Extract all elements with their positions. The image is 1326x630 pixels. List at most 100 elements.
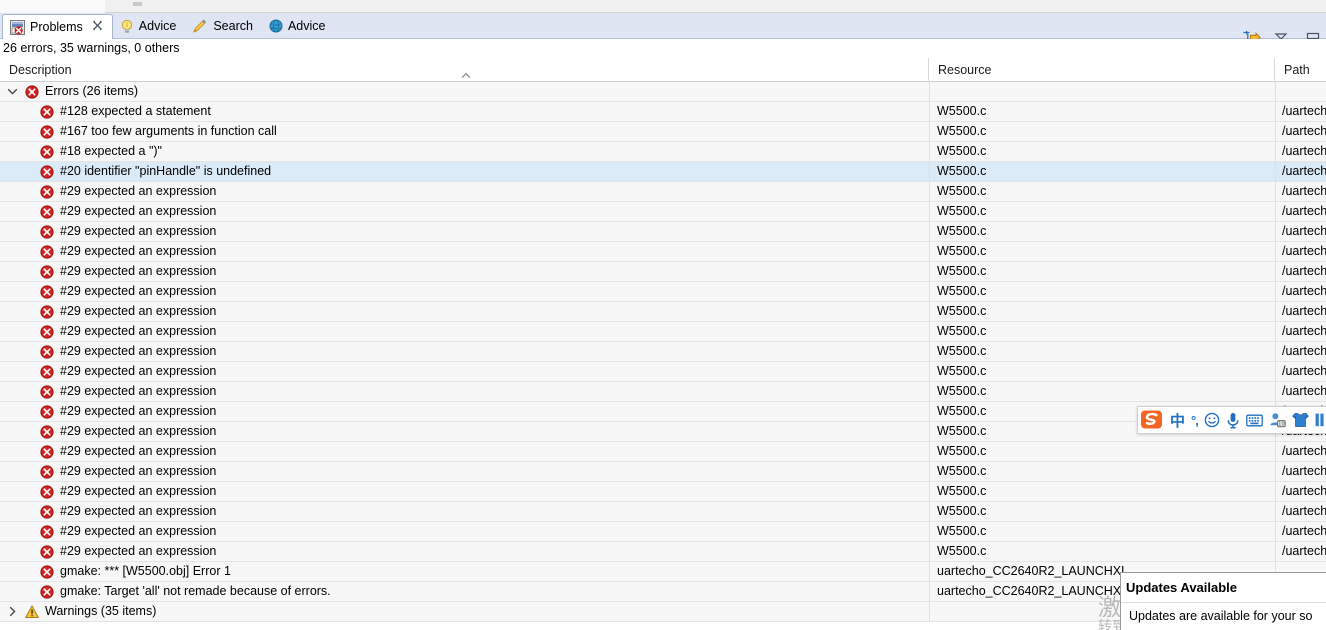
table-row[interactable]: #29 expected an expressionW5500.c/uartec… xyxy=(0,322,1326,342)
error-icon xyxy=(40,564,54,579)
table-row[interactable]: #29 expected an expressionW5500.c/uartec… xyxy=(0,522,1326,542)
table-row[interactable]: #29 expected an expressionW5500.c/uartec… xyxy=(0,362,1326,382)
table-row[interactable]: #29 expected an expressionW5500.c/uartec… xyxy=(0,182,1326,202)
voice-input-icon[interactable] xyxy=(1226,412,1240,429)
table-row[interactable]: #167 too few arguments in function call W… xyxy=(0,122,1326,142)
table-row[interactable]: #29 expected an expressionW5500.c/uartec… xyxy=(0,282,1326,302)
column-header-path-label: Path xyxy=(1284,63,1310,77)
tab-problems[interactable]: Problems xyxy=(2,14,113,39)
error-icon xyxy=(40,364,54,379)
column-header-resource[interactable]: Resource xyxy=(929,58,1275,82)
table-row[interactable]: #29 expected an expressionW5500.c/uartec… xyxy=(0,482,1326,502)
error-icon xyxy=(40,124,54,139)
chevron-right-icon[interactable] xyxy=(6,602,19,621)
row-description-text: gmake: *** [W5500.obj] Error 1 xyxy=(60,564,231,578)
tab-close-icon[interactable] xyxy=(92,20,103,34)
table-row[interactable]: #29 expected an expression W5500.c/uartec… xyxy=(0,542,1326,562)
cell-description: gmake: Target 'all' not remade because o… xyxy=(0,582,929,601)
cell-description: #29 expected an expression xyxy=(0,242,929,261)
cell-description: #29 expected an expression xyxy=(0,502,929,521)
tab-advice-globe-label: Advice xyxy=(287,19,326,33)
error-icon xyxy=(40,484,54,499)
updates-popup-body: Updates are available for your so xyxy=(1129,609,1313,623)
cell-description: #29 expected an expression xyxy=(0,422,929,441)
cell-description: #29 expected an expression xyxy=(0,202,929,221)
table-row[interactable]: #128 expected a statement W5500.c/uartech xyxy=(0,102,1326,122)
cell-resource: W5500.c xyxy=(929,142,1275,161)
table-row[interactable]: #29 expected an expressionW5500.c/uartec… xyxy=(0,442,1326,462)
column-header-description[interactable]: Description xyxy=(0,58,929,82)
cell-resource: W5500.c xyxy=(929,382,1275,401)
tab-search[interactable]: Search xyxy=(185,13,262,39)
punctuation-mode-icon[interactable]: °, xyxy=(1191,413,1199,428)
tab-advice-globe[interactable]: Advice xyxy=(262,13,335,39)
emoji-icon[interactable] xyxy=(1204,412,1220,428)
tab-advice-bulb[interactable]: Advice xyxy=(113,13,186,39)
table-row[interactable]: #18 expected a ")" W5500.c/uartech xyxy=(0,142,1326,162)
error-icon xyxy=(40,244,54,259)
cell-path: /uartech xyxy=(1275,162,1326,181)
cell-resource: W5500.c xyxy=(929,162,1275,181)
updates-popup-title: Updates Available xyxy=(1126,580,1238,595)
table-row[interactable]: #29 expected an expressionW5500.c/uartec… xyxy=(0,222,1326,242)
table-row[interactable]: #29 expected an expressionW5500.c/uartec… xyxy=(0,202,1326,222)
cell-path: /uartech xyxy=(1275,342,1326,361)
row-description-text: #29 expected an expression xyxy=(60,524,217,538)
table-row[interactable]: #29 expected an expressionW5500.c/uartec… xyxy=(0,462,1326,482)
error-icon xyxy=(40,184,54,199)
table-row[interactable]: #29 expected an expressionW5500.c/uartec… xyxy=(0,382,1326,402)
error-icon xyxy=(40,264,54,279)
cell-path: /uartech xyxy=(1275,102,1326,121)
cell-description: #29 expected an expression xyxy=(0,462,929,481)
table-row[interactable]: #20 identifier "pinHandle" is undefined W… xyxy=(0,162,1326,182)
soft-keyboard-icon[interactable] xyxy=(1245,414,1263,427)
cell-description: #29 expected an expression xyxy=(0,382,929,401)
table-row[interactable]: #29 expected an expressionW5500.c/uartec… xyxy=(0,342,1326,362)
cell-description: #167 too few arguments in function call xyxy=(0,122,929,141)
updates-available-popup[interactable]: Updates Available Updates are available … xyxy=(1120,572,1326,630)
table-row[interactable]: #29 expected an expressionW5500.c/uartec… xyxy=(0,302,1326,322)
svg-text:10: 10 xyxy=(1278,421,1285,427)
column-header-path[interactable]: Path xyxy=(1275,58,1326,82)
row-description-text: gmake: Target 'all' not remade because o… xyxy=(60,584,331,598)
table-row[interactable]: #29 expected an expressionW5500.c/uartec… xyxy=(0,242,1326,262)
cell-resource: W5500.c xyxy=(929,262,1275,281)
table-row[interactable]: #29 expected an expressionW5500.c/uartec… xyxy=(0,402,1326,422)
ime-menu-icon[interactable] xyxy=(1315,412,1324,428)
cell-resource: W5500.c xyxy=(929,542,1275,561)
row-description-text: #29 expected an expression xyxy=(60,544,217,558)
cell-resource: W5500.c xyxy=(929,482,1275,501)
cell-description: gmake: *** [W5500.obj] Error 1 xyxy=(0,562,929,581)
error-icon xyxy=(40,324,54,339)
row-description-text: #29 expected an expression xyxy=(60,224,217,238)
error-icon xyxy=(40,204,54,219)
sort-ascending-icon xyxy=(461,63,471,79)
sogou-logo-icon[interactable] xyxy=(1140,409,1164,431)
editor-tab-ghost xyxy=(0,0,105,13)
problems-icon xyxy=(10,19,25,35)
cell-path: /uartech xyxy=(1275,502,1326,521)
skin-theme-icon[interactable] xyxy=(1292,412,1309,428)
chevron-down-icon[interactable] xyxy=(6,82,19,101)
cell-description: #29 expected an expression xyxy=(0,182,929,201)
cell-resource: W5500.c xyxy=(929,102,1275,121)
cell-resource: W5500.c xyxy=(929,202,1275,221)
cell-path xyxy=(1275,82,1326,101)
editor-tab-marker xyxy=(133,2,142,6)
table-group-row[interactable]: Errors (26 items) xyxy=(0,82,1326,102)
cell-resource: W5500.c xyxy=(929,182,1275,201)
cell-path: /uartech xyxy=(1275,122,1326,141)
problems-view: Problems Advice Search Advice 26 errors,… xyxy=(0,0,1326,630)
table-row[interactable]: #29 expected an expressionW5500.c/uartec… xyxy=(0,502,1326,522)
row-description-text: #20 identifier "pinHandle" is undefined xyxy=(60,164,272,178)
sogou-input-method-bar[interactable]: 中 °, 10 xyxy=(1137,406,1326,434)
cell-description: #29 expected an expression xyxy=(0,402,929,421)
cell-path: /uartech xyxy=(1275,442,1326,461)
chinese-mode-icon[interactable]: 中 xyxy=(1170,410,1185,431)
error-icon xyxy=(40,344,54,359)
table-row[interactable]: #29 expected an expressionW5500.c/uartec… xyxy=(0,262,1326,282)
user-account-icon[interactable]: 10 xyxy=(1269,412,1286,428)
table-row[interactable]: #29 expected an expressionW5500.c/uartec… xyxy=(0,422,1326,442)
cell-path: /uartech xyxy=(1275,542,1326,561)
cell-description: #29 expected an expression xyxy=(0,322,929,341)
